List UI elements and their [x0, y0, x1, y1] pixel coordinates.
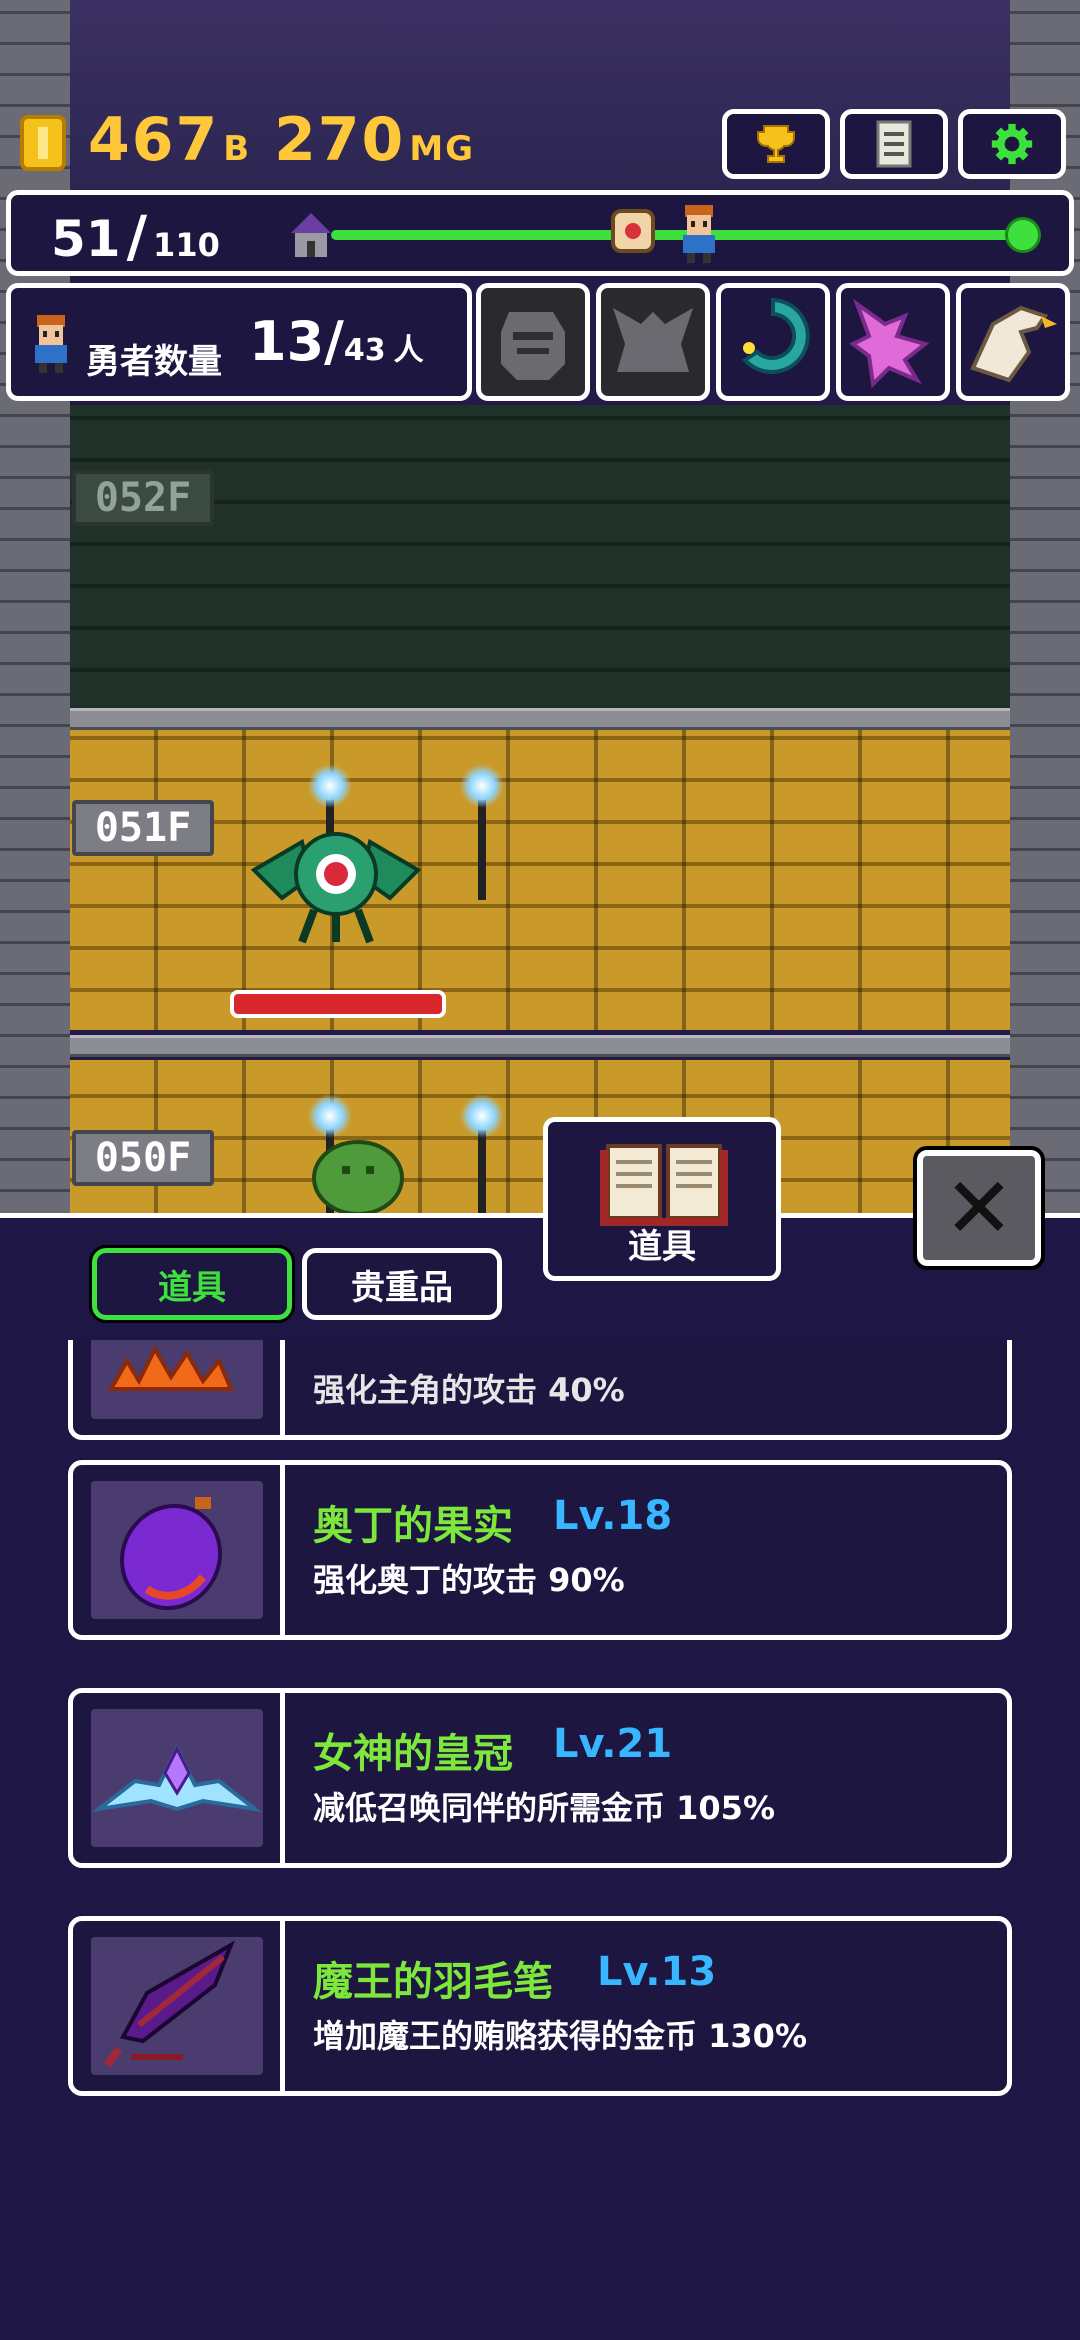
gold-unit-b: B: [223, 129, 252, 169]
winged-eye-monster[interactable]: [246, 810, 426, 950]
list-item-demon-quill[interactable]: 魔王的羽毛笔 Lv.13 增加魔王的贿赂获得的金币 130%: [68, 1916, 1012, 2096]
lamp-icon: [460, 764, 504, 900]
item-name: 奥丁的果实: [313, 1503, 513, 1549]
floor-51-room: [70, 730, 1010, 1030]
item-list[interactable]: 强化主角的攻击 40% 奥丁的果实 Lv.18 强化奥丁的攻击 90% 女神的皇…: [0, 1340, 1080, 2340]
item-name: 魔王的羽毛笔: [313, 1959, 553, 2005]
gold-amount: 467 B 270 MG: [88, 105, 475, 175]
item-thumb-cell: [73, 1921, 285, 2091]
hero-icon: [683, 205, 715, 263]
floor-51-label: 051F: [72, 800, 214, 856]
item-thumb-cell: [73, 1340, 285, 1435]
tab-valuables-label: 贵重品: [351, 1267, 453, 1308]
eagle-icon: [970, 305, 1057, 383]
feather-quill-icon: [103, 1940, 235, 2068]
floor-ledge: [70, 708, 1010, 730]
item-name: 女神的皇冠: [313, 1731, 513, 1777]
list-item-goddess-crown[interactable]: 女神的皇冠 Lv.21 减低召唤同伴的所需金币 105%: [68, 1688, 1012, 1868]
item-description: 减低召唤同伴的所需金币 105%: [313, 1789, 776, 1827]
close-button[interactable]: ✕: [913, 1146, 1045, 1270]
monster-slot-knight[interactable]: [476, 283, 590, 401]
tiara-icon: [91, 1744, 263, 1813]
item-level: Lv.13: [597, 1949, 717, 1995]
settings-button[interactable]: [958, 109, 1066, 179]
floor-ledge: [70, 1035, 1010, 1057]
monster-slot-eagle[interactable]: [956, 283, 1070, 401]
hero-count-label: 勇者数量: [86, 342, 222, 382]
green-slime-monster[interactable]: [310, 1130, 406, 1214]
pink-wyvern-icon: [849, 298, 930, 389]
item-description: 增加魔王的贿赂获得的金币 130%: [313, 2017, 808, 2055]
currency-bar: 467 B 270 MG: [0, 105, 1080, 185]
floor-50-label: 050F: [72, 1130, 214, 1186]
floor-progress-panel: 51/110: [6, 190, 1074, 276]
floor-52-room: [70, 405, 1010, 710]
hero-max: 43: [343, 333, 386, 368]
document-button[interactable]: [840, 109, 948, 179]
hero-current: 13: [249, 310, 325, 373]
monster-hp-bar: [230, 990, 446, 1018]
floor-separator: /: [126, 205, 148, 270]
gear-icon: [991, 123, 1033, 165]
close-icon: ✕: [943, 1159, 1015, 1257]
open-book-icon: [600, 1144, 728, 1226]
flame-item-icon: [107, 1344, 235, 1391]
trophy-icon: [757, 125, 795, 163]
item-thumb: [91, 1709, 263, 1847]
monster-slot-wyvern[interactable]: [836, 283, 950, 401]
monster-slot-serpent[interactable]: [716, 283, 830, 401]
item-thumb: [91, 1481, 263, 1619]
trophy-button[interactable]: [722, 109, 830, 179]
serpent-dragon-icon: [741, 297, 810, 374]
max-floor: 110: [153, 226, 220, 264]
item-level: Lv.21: [553, 1721, 673, 1767]
tab-valuables[interactable]: 贵重品: [302, 1248, 502, 1320]
floor-52-label: 052F: [72, 470, 214, 526]
hero-count: 13/43 人: [249, 310, 424, 373]
item-description: 强化奥丁的攻击 90%: [313, 1561, 625, 1599]
lamp-icon: [460, 1094, 504, 1220]
list-item[interactable]: 强化主角的攻击 40%: [68, 1340, 1012, 1440]
item-level: Lv.18: [553, 1493, 673, 1539]
hero-avatar-icon: [35, 315, 67, 373]
gargoyle-silhouette-icon: [613, 308, 693, 372]
scroll-icon: [611, 209, 655, 253]
item-thumb: [91, 1340, 263, 1419]
item-book-tab[interactable]: 道具: [543, 1117, 781, 1281]
hero-unit: 人: [393, 333, 424, 368]
list-item-odin-fruit[interactable]: 奥丁的果实 Lv.18 强化奥丁的攻击 90%: [68, 1460, 1012, 1640]
current-floor: 51: [51, 210, 121, 268]
progress-end-marker: [1005, 217, 1041, 253]
purple-fruit-icon: [119, 1497, 223, 1611]
tab-items[interactable]: 道具: [89, 1245, 295, 1323]
document-icon: [876, 120, 912, 168]
hero-count-panel: 勇者数量 13/43 人: [6, 283, 472, 401]
item-book-label: 道具: [628, 1227, 696, 1267]
tab-items-label: 道具: [158, 1267, 226, 1308]
floor-counter: 51/110: [51, 205, 220, 270]
gold-unit-mg: MG: [409, 129, 476, 169]
item-description: 强化主角的攻击 40%: [313, 1371, 625, 1409]
knight-silhouette-icon: [501, 312, 565, 380]
item-thumb-cell: [73, 1693, 285, 1863]
item-thumb: [91, 1937, 263, 2075]
hero-separator: /: [324, 310, 344, 373]
gold-coin-icon: [20, 115, 66, 171]
monster-slot-gargoyle[interactable]: [596, 283, 710, 401]
gold-value-2: 270: [274, 105, 406, 175]
gold-value: 467: [88, 105, 220, 175]
item-thumb-cell: [73, 1465, 285, 1635]
